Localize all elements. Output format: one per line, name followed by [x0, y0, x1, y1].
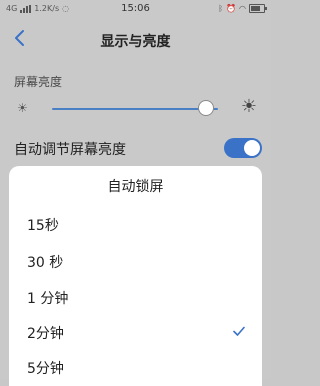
option-label: 2分钟 — [27, 326, 64, 342]
bluetooth-icon: ᛒ — [218, 4, 224, 13]
checkmark-icon — [233, 326, 245, 336]
settings-screen: 4G 1.2K/s ◌ 15:06 ᛒ ⏰ ◠ 显示与亮度 屏幕亮度 ☀ ☀ 自… — [0, 0, 271, 386]
brightness-low-icon: ☀ — [17, 101, 28, 115]
option-label: 1 分钟 — [27, 291, 69, 307]
brightness-slider[interactable]: ☀ ☀ — [0, 96, 271, 122]
option-30s[interactable]: 30 秒 — [9, 243, 262, 279]
wifi-icon: ◠ — [239, 4, 246, 13]
option-5min[interactable]: 5分钟 — [9, 349, 262, 385]
sheet-title: 自动锁屏 — [107, 179, 164, 195]
auto-brightness-toggle[interactable] — [224, 138, 262, 158]
slider-track[interactable] — [52, 108, 218, 110]
toggle-knob — [244, 140, 260, 156]
alarm-icon: ⏰ — [226, 4, 237, 13]
page-title: 显示与亮度 — [100, 34, 171, 50]
option-label: 5分钟 — [27, 361, 64, 377]
option-label: 30 秒 — [27, 255, 64, 271]
battery-icon — [249, 4, 267, 13]
status-right: ᛒ ⏰ ◠ — [218, 4, 267, 13]
slider-thumb[interactable] — [198, 100, 215, 116]
brightness-section-label: 屏幕亮度 — [14, 75, 63, 89]
option-15s[interactable]: 15秒 — [9, 206, 262, 242]
auto-brightness-label: 自动调节屏幕亮度 — [14, 142, 126, 158]
option-2min[interactable]: 2分钟 — [9, 314, 262, 350]
option-1min[interactable]: 1 分钟 — [9, 279, 262, 315]
nav-bar: 显示与亮度 — [0, 22, 271, 56]
auto-brightness-row[interactable]: 自动调节屏幕亮度 — [0, 132, 271, 162]
auto-lock-sheet: 自动锁屏 15秒 30 秒 1 分钟 2分钟 5分钟 — [9, 166, 262, 386]
status-bar: 4G 1.2K/s ◌ 15:06 ᛒ ⏰ ◠ — [0, 0, 271, 18]
option-label: 15秒 — [27, 218, 59, 234]
brightness-high-icon: ☀ — [240, 96, 257, 117]
